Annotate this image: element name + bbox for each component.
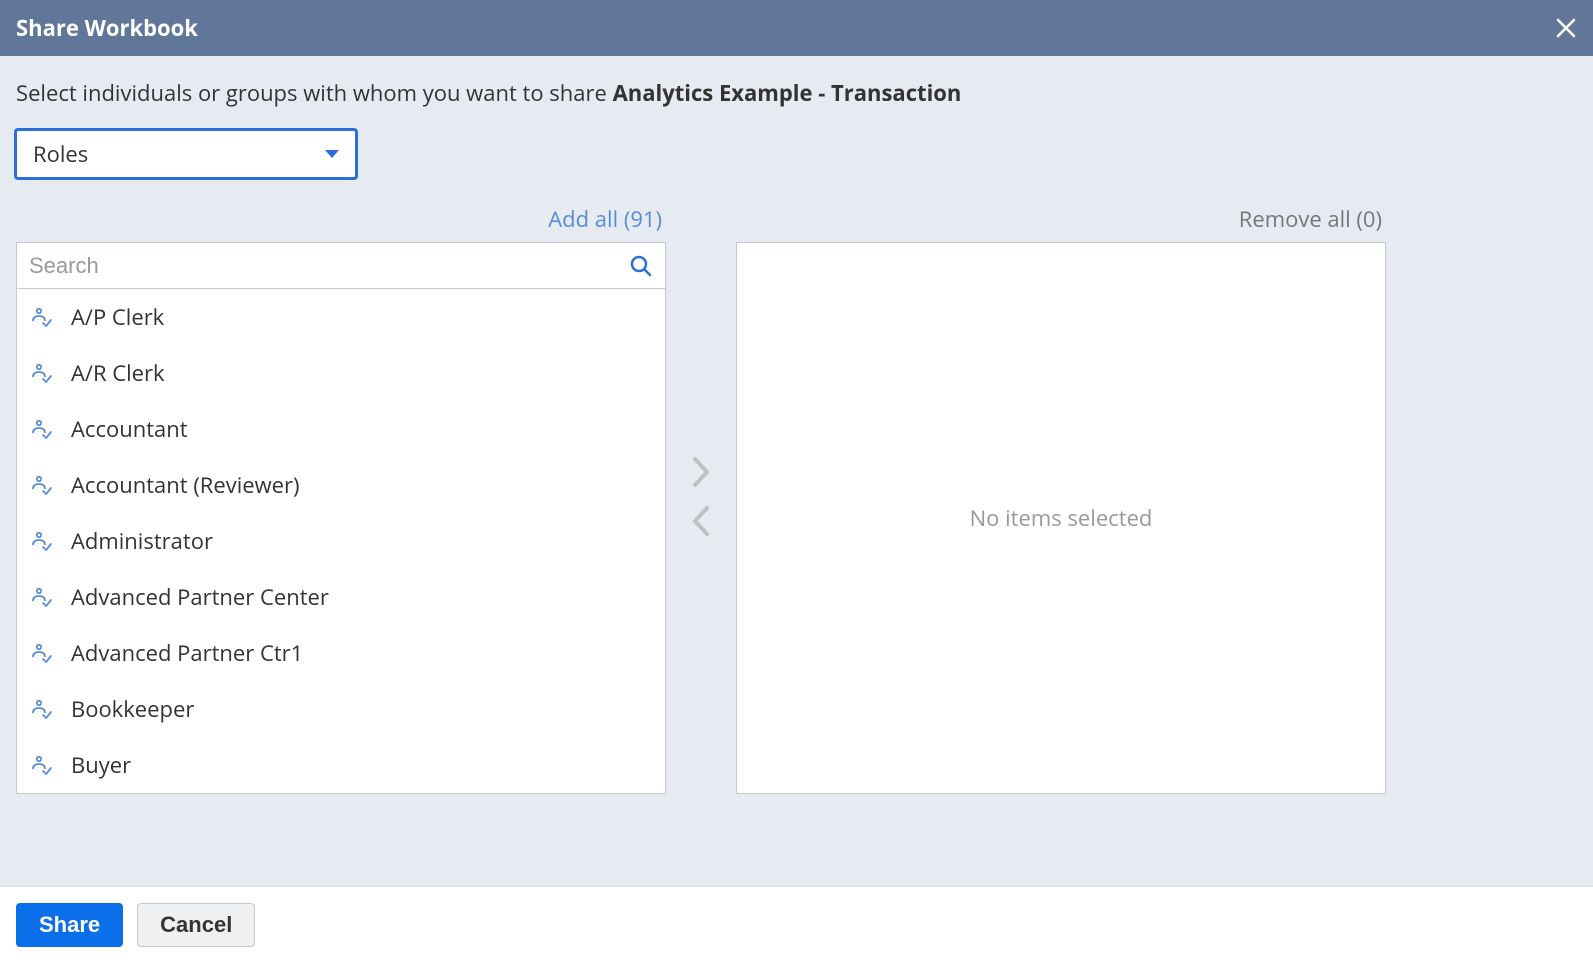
search-bar xyxy=(17,243,665,289)
list-item-label: A/R Clerk xyxy=(71,358,165,388)
list-item[interactable]: A/R Clerk xyxy=(17,345,665,401)
list-item[interactable]: Advanced Partner Center xyxy=(17,569,665,625)
list-item[interactable]: Buyer xyxy=(17,737,665,793)
list-item[interactable]: Bookkeeper xyxy=(17,681,665,737)
list-item-label: Administrator xyxy=(71,526,213,556)
list-item[interactable]: Accountant xyxy=(17,401,665,457)
list-item[interactable]: Accountant (Reviewer) xyxy=(17,457,665,513)
list-item-label: A/P Clerk xyxy=(71,302,164,332)
list-item[interactable]: Administrator xyxy=(17,513,665,569)
role-icon xyxy=(29,641,53,665)
instruction-text: Select individuals or groups with whom y… xyxy=(16,78,1577,108)
list-item-label: Accountant xyxy=(71,414,188,444)
share-type-dropdown[interactable]: Roles xyxy=(16,130,356,178)
list-item-label: Advanced Partner Center xyxy=(71,582,329,612)
role-icon xyxy=(29,473,53,497)
list-item[interactable]: A/P Clerk xyxy=(17,289,665,345)
mover-controls xyxy=(666,204,736,794)
search-input[interactable] xyxy=(29,253,629,279)
available-panel: A/P Clerk A/R Clerk Accountant Accountant (… xyxy=(16,242,666,794)
chevron-down-icon xyxy=(325,150,339,158)
add-all-link[interactable]: Add all (91) xyxy=(548,204,662,234)
selected-panel-wrap: Remove all (0) No items selected xyxy=(736,204,1386,794)
list-item-label: Accountant (Reviewer) xyxy=(71,470,300,500)
list-item[interactable]: Advanced Partner Ctr1 xyxy=(17,625,665,681)
move-left-button[interactable] xyxy=(690,504,712,543)
dropdown-selected-label: Roles xyxy=(33,139,88,169)
selected-panel: No items selected xyxy=(736,242,1386,794)
dialog-content: Select individuals or groups with whom y… xyxy=(0,56,1593,886)
role-icon xyxy=(29,361,53,385)
remove-all-link[interactable]: Remove all (0) xyxy=(1239,204,1382,234)
move-right-button[interactable] xyxy=(690,455,712,494)
cancel-button[interactable]: Cancel xyxy=(137,903,255,947)
role-icon xyxy=(29,417,53,441)
dual-list-picker: Add all (91) A/P Clerk A/R Clerk Accountan… xyxy=(16,204,1577,794)
selected-actionbar: Remove all (0) xyxy=(736,204,1386,242)
close-icon[interactable] xyxy=(1555,17,1577,39)
dialog-footer: Share Cancel xyxy=(0,886,1593,963)
role-icon xyxy=(29,529,53,553)
no-items-placeholder: No items selected xyxy=(970,503,1153,533)
list-item-label: Advanced Partner Ctr1 xyxy=(71,638,303,668)
search-icon[interactable] xyxy=(629,254,653,278)
instruction-prefix: Select individuals or groups with whom y… xyxy=(16,78,613,108)
role-icon xyxy=(29,753,53,777)
role-icon xyxy=(29,305,53,329)
workbook-name: Analytics Example - Transaction xyxy=(613,78,962,108)
role-icon xyxy=(29,697,53,721)
titlebar: Share Workbook xyxy=(0,0,1593,56)
available-actionbar: Add all (91) xyxy=(16,204,666,242)
role-icon xyxy=(29,585,53,609)
available-list[interactable]: A/P Clerk A/R Clerk Accountant Accountant (… xyxy=(17,289,665,793)
dialog-title: Share Workbook xyxy=(16,13,198,43)
available-panel-wrap: Add all (91) A/P Clerk A/R Clerk Accountan… xyxy=(16,204,666,794)
list-item-label: Bookkeeper xyxy=(71,694,194,724)
list-item-label: Buyer xyxy=(71,750,131,780)
share-button[interactable]: Share xyxy=(16,903,123,947)
